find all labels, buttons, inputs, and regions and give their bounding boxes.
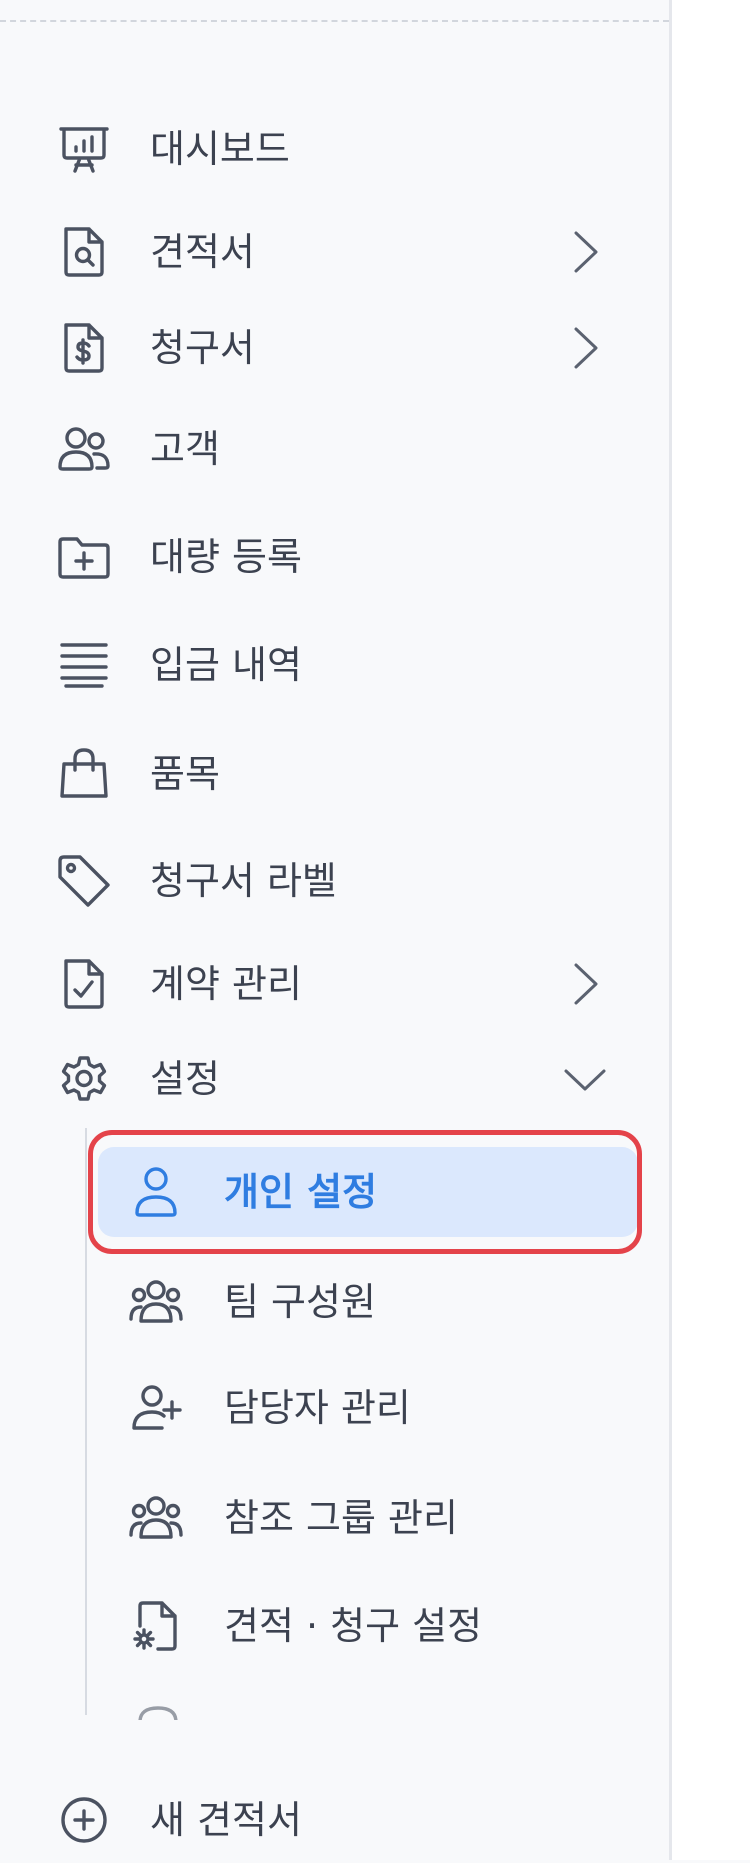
gear-icon — [56, 1051, 112, 1107]
tag-icon — [56, 853, 112, 909]
submenu-item-label: 견적 · 청구 설정 — [224, 1604, 483, 1648]
shopping-bag-icon — [56, 746, 112, 802]
chevron-right-icon[interactable] — [566, 961, 602, 1007]
submenu-item-label: 담당자 관리 — [224, 1386, 411, 1430]
file-settings-icon — [128, 1598, 184, 1654]
chevron-down-icon[interactable] — [562, 1063, 608, 1095]
users-icon — [56, 421, 112, 477]
sidebar-item-label: 청구서 라벨 — [150, 859, 337, 903]
new-quote-button[interactable]: 새 견적서 — [0, 1777, 669, 1863]
sidebar-item-products[interactable]: 품목 — [0, 731, 669, 817]
sidebar-item-label: 입금 내역 — [150, 643, 302, 687]
top-divider — [0, 20, 669, 22]
clipped-submenu-item — [98, 1700, 638, 1720]
sidebar-item-label: 견적서 — [150, 230, 255, 274]
sidebar-item-bulk-upload[interactable]: 대량 등록 — [0, 514, 669, 600]
sidebar-item-label: 고객 — [150, 427, 220, 471]
folder-plus-icon — [56, 529, 112, 585]
plus-circle-icon — [56, 1792, 112, 1848]
file-check-icon — [56, 956, 112, 1012]
submenu-item-manager-management[interactable]: 담당자 관리 — [98, 1363, 638, 1453]
presentation-chart-icon — [56, 121, 112, 177]
main-content-area — [672, 0, 750, 1860]
clipped-icon — [132, 1704, 188, 1720]
sidebar-item-label: 청구서 — [150, 326, 255, 370]
sidebar-item-label: 대량 등록 — [150, 535, 302, 579]
sidebar-item-settings[interactable]: 설정 — [0, 1036, 669, 1122]
list-lines-icon — [56, 637, 112, 693]
chevron-right-icon[interactable] — [566, 325, 602, 371]
sidebar-item-label: 대시보드 — [150, 127, 290, 171]
submenu-guide-line — [85, 1128, 87, 1715]
user-plus-icon — [128, 1380, 184, 1436]
submenu-item-reference-groups[interactable]: 참조 그룹 관리 — [98, 1473, 638, 1563]
sidebar-item-payments[interactable]: 입금 내역 — [0, 622, 669, 708]
sidebar-item-invoices[interactable]: 청구서 — [0, 305, 669, 391]
sidebar-item-label: 품목 — [150, 752, 220, 796]
sidebar: 대시보드 견적서 청구서 고객 대량 등록 입금 내역 품목 청구서 라벨 계약… — [0, 0, 669, 1860]
sidebar-item-invoice-labels[interactable]: 청구서 라벨 — [0, 838, 669, 924]
sidebar-item-label: 계약 관리 — [150, 962, 302, 1006]
sidebar-item-dashboard[interactable]: 대시보드 — [0, 106, 669, 192]
submenu-item-quote-invoice-settings[interactable]: 견적 · 청구 설정 — [98, 1581, 638, 1671]
team-icon — [128, 1274, 184, 1330]
sidebar-item-label: 설정 — [150, 1057, 220, 1101]
file-dollar-icon — [56, 320, 112, 376]
submenu-item-label: 개인 설정 — [224, 1170, 378, 1214]
sidebar-item-quotes[interactable]: 견적서 — [0, 209, 669, 295]
file-search-icon — [56, 224, 112, 280]
submenu-item-label: 팀 구성원 — [224, 1280, 376, 1324]
chevron-right-icon[interactable] — [566, 229, 602, 275]
submenu-item-team-members[interactable]: 팀 구성원 — [98, 1257, 638, 1347]
submenu-item-label: 참조 그룹 관리 — [224, 1496, 458, 1540]
new-quote-label: 새 견적서 — [150, 1798, 302, 1842]
user-icon — [128, 1164, 184, 1220]
sidebar-item-customers[interactable]: 고객 — [0, 406, 669, 492]
sidebar-item-contracts[interactable]: 계약 관리 — [0, 941, 669, 1027]
submenu-item-personal-settings[interactable]: 개인 설정 — [98, 1147, 638, 1237]
team-icon — [128, 1490, 184, 1546]
